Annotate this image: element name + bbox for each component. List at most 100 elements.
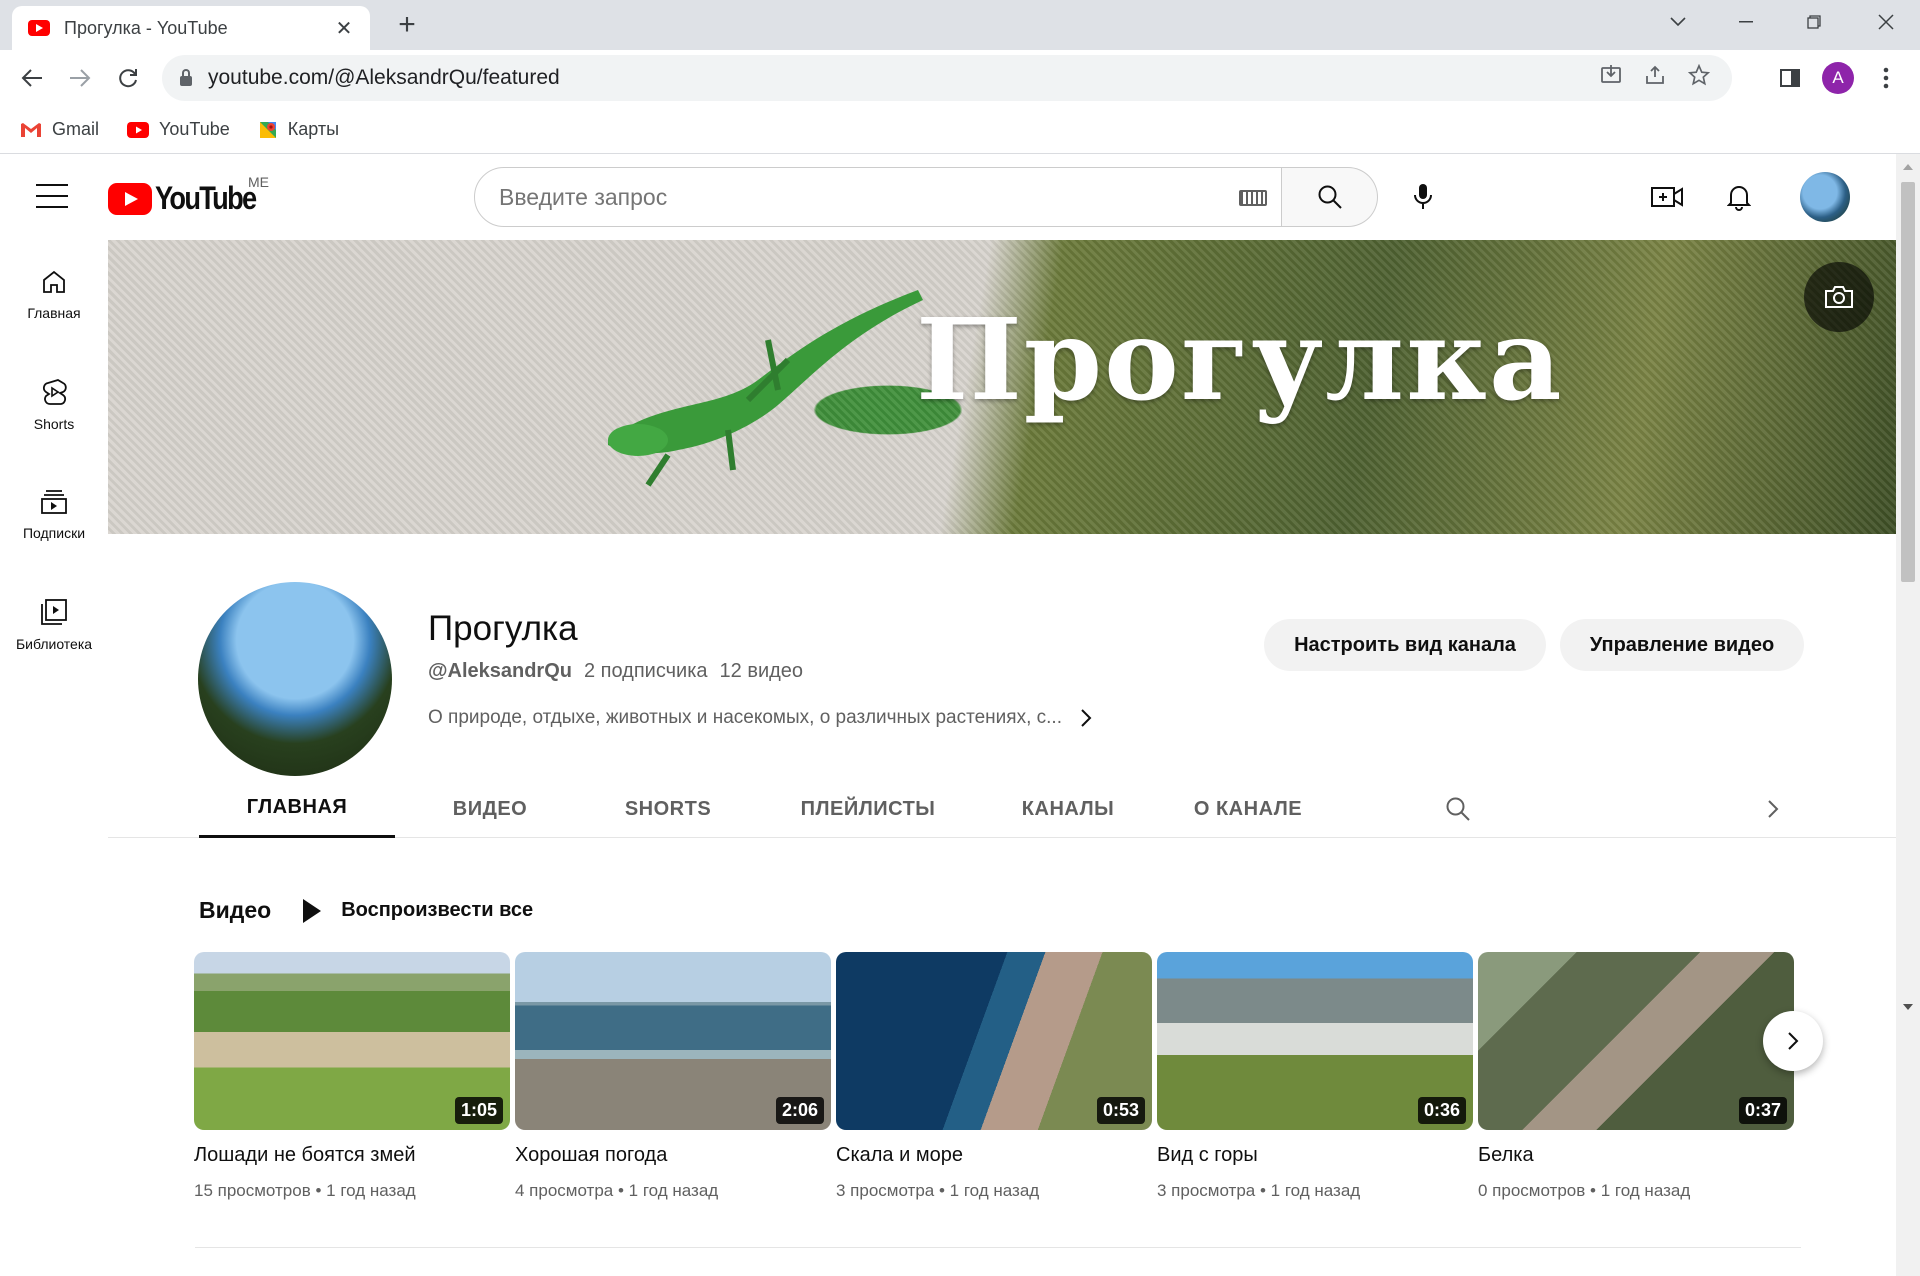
video-duration: 0:53 — [1096, 1097, 1145, 1124]
tab-videos[interactable]: ВИДЕО — [408, 780, 572, 838]
play-all-button[interactable]: Воспроизвести все — [303, 898, 533, 923]
video-title[interactable]: Хорошая погода — [515, 1144, 831, 1167]
tab-strip: Прогулка - YouTube ✕ + — [0, 0, 1920, 50]
mini-guide: Главная Shorts Подписки Библиотека — [0, 240, 108, 680]
bookmarks-bar: Gmail YouTube Карты — [0, 106, 1920, 154]
play-icon — [303, 898, 322, 923]
account-avatar[interactable] — [1800, 172, 1850, 222]
gmail-icon — [20, 122, 42, 138]
video-card[interactable]: 0:53 Скала и море 3 просмотра • 1 год на… — [836, 952, 1152, 1201]
scroll-down-arrow-icon[interactable] — [1903, 1004, 1913, 1010]
youtube-logo-icon — [108, 182, 152, 215]
shelf-title[interactable]: Видео — [199, 897, 271, 924]
menu-icon[interactable] — [36, 184, 68, 208]
youtube-favicon-icon — [28, 20, 50, 36]
keyboard-icon[interactable] — [1239, 190, 1267, 206]
manage-videos-button[interactable]: Управление видео — [1560, 619, 1804, 671]
create-button[interactable] — [1642, 172, 1692, 222]
youtube-logo[interactable]: YouTube ME — [108, 174, 273, 217]
masthead: YouTube ME — [0, 154, 1896, 240]
edit-banner-button[interactable] — [1804, 262, 1874, 332]
install-app-icon[interactable] — [1600, 64, 1622, 92]
share-icon[interactable] — [1644, 64, 1666, 92]
bookmark-maps[interactable]: Карты — [258, 119, 339, 140]
scrollbar-thumb[interactable] — [1901, 182, 1915, 582]
scroll-up-arrow-icon[interactable] — [1903, 164, 1913, 170]
new-tab-button[interactable]: + — [390, 6, 424, 44]
browser-tab[interactable]: Прогулка - YouTube ✕ — [12, 6, 370, 50]
channel-description[interactable]: О природе, отдыхе, животных и насекомых,… — [428, 707, 1092, 729]
lock-icon[interactable] — [180, 69, 192, 86]
video-thumbnail[interactable]: 2:06 — [515, 952, 831, 1130]
video-meta: 4 просмотра • 1 год назад — [515, 1181, 719, 1200]
guide-item-library[interactable]: Библиотека — [0, 570, 108, 680]
chevron-right-icon — [1788, 1032, 1799, 1050]
search-icon — [1318, 185, 1342, 209]
tab-shorts[interactable]: SHORTS — [598, 780, 738, 838]
channel-meta: @AleksandrQu 2 подписчика 12 видео — [428, 660, 803, 683]
close-window-button[interactable] — [1852, 0, 1920, 44]
youtube-page: YouTube ME Главная Shorts — [0, 154, 1896, 1276]
create-video-icon — [1651, 187, 1683, 207]
address-bar[interactable]: youtube.com/@AleksandrQu/featured — [162, 55, 1732, 101]
minimize-button[interactable] — [1712, 0, 1780, 44]
guide-item-home[interactable]: Главная — [0, 240, 108, 350]
voice-search-button[interactable] — [1398, 172, 1448, 222]
video-title[interactable]: Белка — [1478, 1144, 1794, 1167]
bookmark-youtube[interactable]: YouTube — [127, 119, 230, 140]
video-thumbnail[interactable]: 0:36 — [1157, 952, 1473, 1130]
forward-button[interactable] — [60, 58, 100, 98]
search-box[interactable] — [474, 167, 1282, 227]
restore-button[interactable] — [1780, 0, 1848, 44]
video-title[interactable]: Скала и море — [836, 1144, 1152, 1167]
video-thumbnail[interactable]: 0:37 — [1478, 952, 1794, 1130]
profile-button[interactable]: A — [1818, 58, 1858, 98]
video-thumbnail[interactable]: 0:53 — [836, 952, 1152, 1130]
notifications-button[interactable] — [1714, 172, 1764, 222]
video-card[interactable]: 0:36 Вид с горы 3 просмотра • 1 год наза… — [1157, 952, 1473, 1201]
video-count: 12 видео — [719, 660, 804, 682]
bookmark-star-icon[interactable] — [1687, 63, 1711, 92]
bookmark-gmail[interactable]: Gmail — [20, 119, 99, 140]
page-scrollbar[interactable] — [1896, 154, 1920, 1276]
camera-icon — [1825, 286, 1853, 308]
tab-playlists[interactable]: ПЛЕЙЛИСТЫ — [768, 780, 968, 838]
guide-item-shorts[interactable]: Shorts — [0, 350, 108, 460]
side-panel-icon[interactable] — [1770, 58, 1810, 98]
back-button[interactable] — [12, 58, 52, 98]
video-thumbnail[interactable]: 1:05 — [194, 952, 510, 1130]
tab-home[interactable]: ГЛАВНАЯ — [199, 780, 395, 838]
url-text[interactable]: youtube.com/@AleksandrQu/featured — [208, 66, 560, 90]
tab-about[interactable]: О КАНАЛЕ — [1168, 780, 1328, 838]
video-card[interactable]: 0:37 Белка 0 просмотров • 1 год назад — [1478, 952, 1794, 1201]
video-title[interactable]: Вид с горы — [1157, 1144, 1473, 1167]
video-card[interactable]: 1:05 Лошади не боятся змей 15 просмотров… — [194, 952, 510, 1201]
video-meta: 0 просмотров • 1 год назад — [1478, 1181, 1691, 1200]
tab-channels[interactable]: КАНАЛЫ — [988, 780, 1148, 838]
video-title[interactable]: Лошади не боятся змей — [194, 1144, 510, 1167]
chevron-right-icon — [1081, 709, 1092, 727]
tabs-scroll-right-icon[interactable] — [1748, 780, 1798, 838]
tab-search-icon[interactable] — [1644, 0, 1712, 44]
video-shelf-header: Видео Воспроизвести все — [199, 897, 533, 924]
channel-tabs: ГЛАВНАЯ ВИДЕО SHORTS ПЛЕЙЛИСТЫ КАНАЛЫ О … — [108, 780, 1896, 838]
country-code: ME — [248, 174, 269, 190]
more-menu-icon[interactable] — [1866, 58, 1906, 98]
video-meta: 3 просмотра • 1 год назад — [836, 1181, 1040, 1200]
search-input[interactable] — [499, 183, 1199, 211]
video-meta: 3 просмотра • 1 год назад — [1157, 1181, 1361, 1200]
close-tab-icon[interactable]: ✕ — [332, 16, 356, 41]
section-divider — [195, 1247, 1801, 1248]
video-card[interactable]: 2:06 Хорошая погода 4 просмотра • 1 год … — [515, 952, 831, 1201]
reload-button[interactable] — [108, 58, 148, 98]
browser-toolbar: youtube.com/@AleksandrQu/featured A — [0, 50, 1920, 106]
channel-search-icon[interactable] — [1428, 780, 1488, 838]
shelf-next-button[interactable] — [1763, 1011, 1823, 1071]
subscriber-count: 2 подписчика — [583, 660, 708, 682]
guide-item-subscriptions[interactable]: Подписки — [0, 460, 108, 570]
bell-icon — [1727, 186, 1751, 211]
search-button[interactable] — [1282, 167, 1378, 227]
channel-name: Прогулка — [428, 609, 578, 648]
channel-avatar[interactable] — [198, 582, 392, 776]
customize-channel-button[interactable]: Настроить вид канала — [1264, 619, 1546, 671]
